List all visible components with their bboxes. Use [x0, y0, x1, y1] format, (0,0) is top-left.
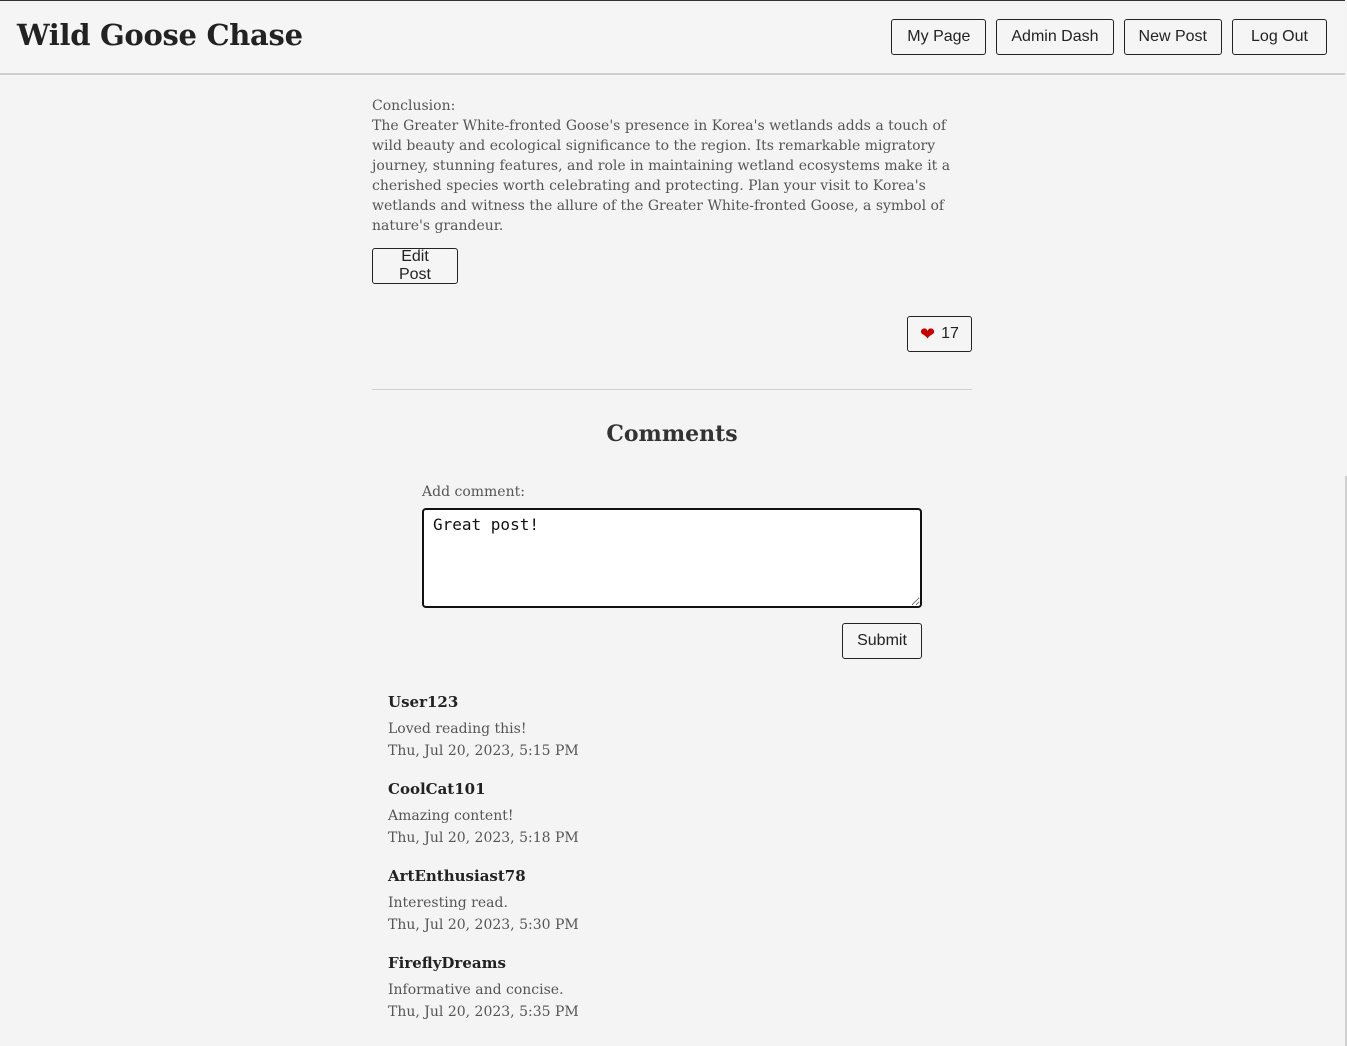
- admin-dash-button[interactable]: Admin Dash: [996, 19, 1114, 55]
- comment-date: Thu, Jul 20, 2023, 5:35 PM: [388, 1004, 579, 1020]
- comments-heading: Comments: [606, 421, 738, 447]
- comment-author: FireflyDreams: [388, 954, 506, 972]
- comments-list: User123 Loved reading this! Thu, Jul 20,…: [388, 690, 948, 1038]
- comment-date: Thu, Jul 20, 2023, 5:30 PM: [388, 917, 579, 933]
- comment-text: Interesting read.: [388, 895, 508, 911]
- comment-author: User123: [388, 693, 459, 711]
- my-page-button[interactable]: My Page: [891, 19, 987, 55]
- comment-item: FireflyDreams Informative and concise. T…: [388, 951, 948, 1038]
- log-out-button[interactable]: Log Out: [1232, 19, 1327, 55]
- comment-date: Thu, Jul 20, 2023, 5:15 PM: [388, 743, 579, 759]
- comment-item: CoolCat101 Amazing content! Thu, Jul 20,…: [388, 777, 948, 864]
- comment-author: CoolCat101: [388, 780, 486, 798]
- like-button[interactable]: ❤ 17: [907, 316, 972, 352]
- new-post-button[interactable]: New Post: [1123, 19, 1222, 55]
- comment-text: Loved reading this!: [388, 721, 527, 737]
- conclusion-text: The Greater White-fronted Goose's presen…: [372, 118, 951, 234]
- conclusion-heading: Conclusion:: [372, 98, 456, 114]
- comment-item: User123 Loved reading this! Thu, Jul 20,…: [388, 690, 948, 777]
- top-navigation-bar: Wild Goose Chase My Page Admin Dash New …: [0, 0, 1345, 75]
- comment-text: Informative and concise.: [388, 982, 564, 998]
- comment-input[interactable]: [422, 508, 922, 608]
- submit-button[interactable]: Submit: [842, 623, 922, 659]
- post-conclusion: Conclusion: The Greater White-fronted Go…: [372, 96, 962, 236]
- comment-text: Amazing content!: [388, 808, 514, 824]
- site-brand[interactable]: Wild Goose Chase: [17, 18, 303, 52]
- heart-icon: ❤: [920, 324, 936, 344]
- comment-date: Thu, Jul 20, 2023, 5:18 PM: [388, 830, 579, 846]
- add-comment-label: Add comment:: [422, 484, 525, 500]
- section-divider: [372, 389, 972, 390]
- like-count: 17: [941, 325, 959, 342]
- edit-post-button[interactable]: Edit Post: [372, 248, 458, 284]
- comment-item: ArtEnthusiast78 Interesting read. Thu, J…: [388, 864, 948, 951]
- comment-author: ArtEnthusiast78: [388, 867, 526, 885]
- nav-buttons: My Page Admin Dash New Post Log Out: [891, 19, 1327, 55]
